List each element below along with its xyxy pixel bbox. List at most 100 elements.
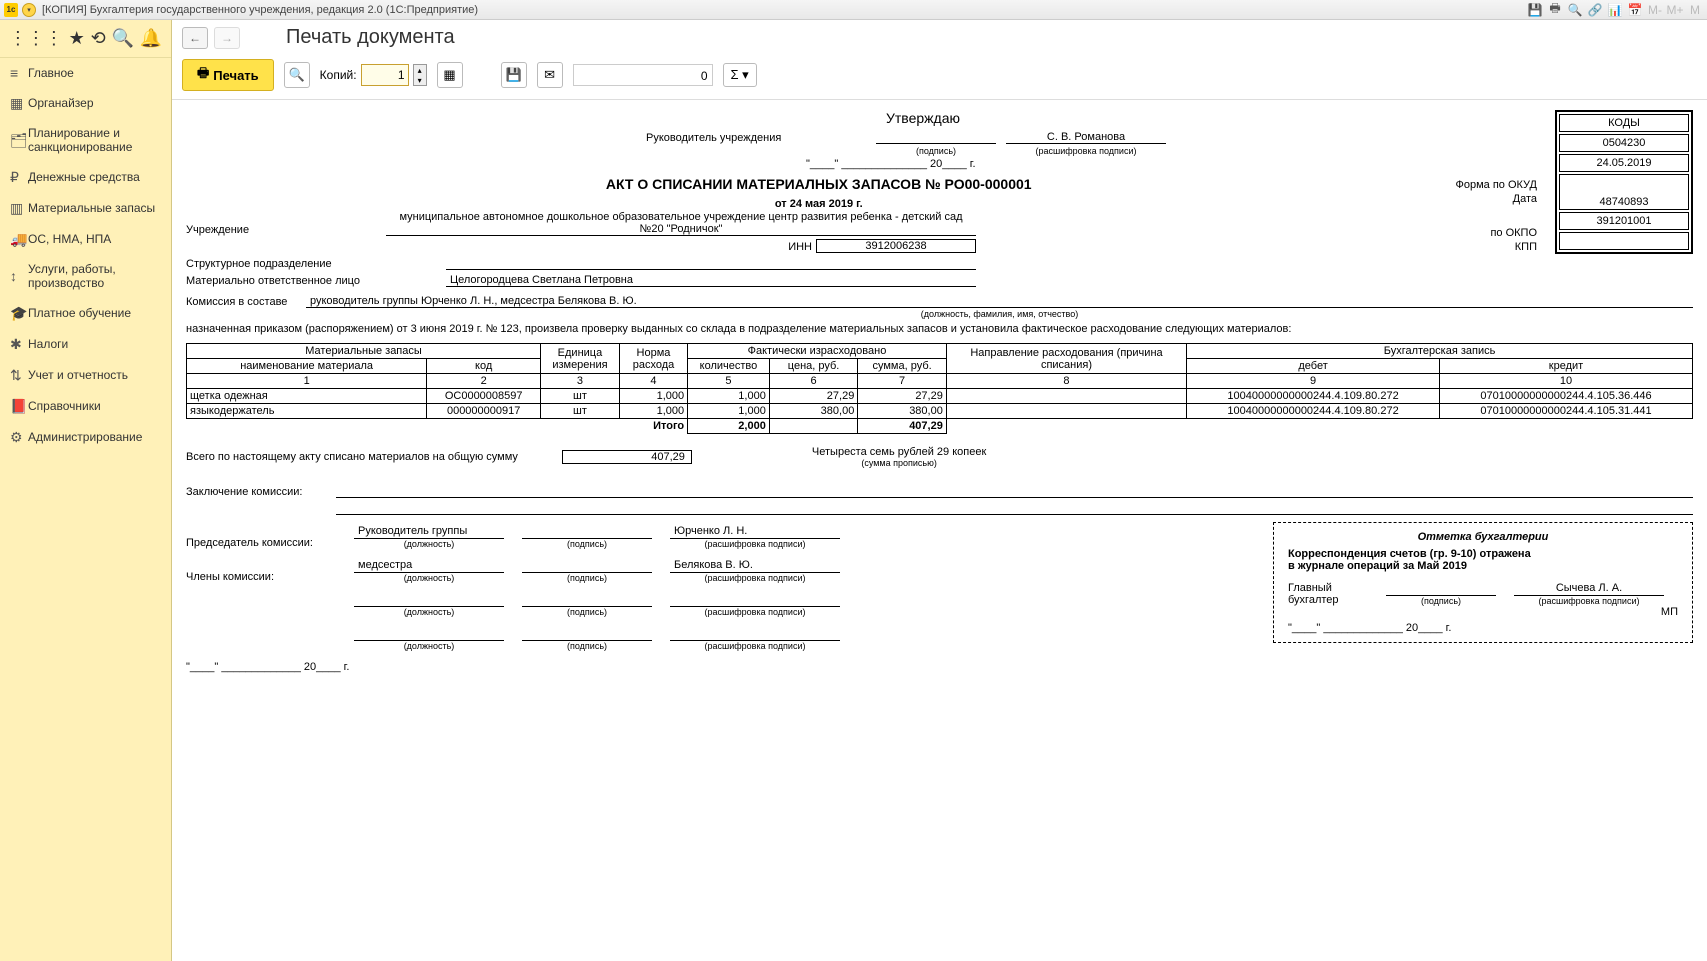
sidebar-icon: ✱: [10, 336, 28, 353]
sidebar-item-9[interactable]: ⇅Учет и отчетность: [0, 360, 171, 391]
sidebar-icon: ₽: [10, 169, 28, 186]
mail-button[interactable]: ✉: [537, 62, 563, 88]
zoom-button[interactable]: 🔍: [284, 62, 310, 88]
sidebar-label: Материальные запасы: [28, 201, 161, 215]
sidebar-item-6[interactable]: ↕Услуги, работы, производство: [0, 255, 171, 298]
copies-spinner[interactable]: ▴▾: [413, 64, 427, 86]
page-title: Печать документа: [286, 26, 455, 49]
codes-box: КОДЫ 0504230 24.05.2019 48740893 3912010…: [1555, 110, 1693, 254]
star-icon[interactable]: ★: [69, 28, 85, 49]
print-icon[interactable]: 🖶: [1547, 2, 1563, 18]
apps-icon[interactable]: ⋮⋮⋮: [9, 28, 63, 49]
sidebar-item-10[interactable]: 📕Справочники: [0, 391, 171, 422]
accounting-line1: Корреспонденция счетов (гр. 9-10) отраже…: [1288, 548, 1678, 560]
resp-label: Материально ответственное лицо: [186, 275, 446, 287]
m-icon[interactable]: M: [1687, 2, 1703, 18]
copies-label: Копий:: [320, 68, 357, 82]
date-label: Дата: [1452, 192, 1542, 206]
table-row: языкодержатель000000000917шт1,0001,00038…: [187, 404, 1693, 419]
total-words: Четыреста семь рублей 29 копеек: [812, 446, 986, 458]
members-label: Члены комиссии:: [186, 571, 336, 583]
okpo-label: по ОКПО: [1452, 206, 1542, 240]
year-suffix: 20____ г.: [930, 158, 976, 170]
okpo-value: 48740893: [1559, 174, 1689, 210]
codes-date-value: 24.05.2019: [1559, 154, 1689, 172]
search-icon[interactable]: 🔍: [111, 28, 133, 49]
save-icon[interactable]: 💾: [1527, 2, 1543, 18]
total-amount: 407,29: [562, 450, 692, 464]
grid-button[interactable]: ▦: [437, 62, 463, 88]
chairman-label: Председатель комиссии:: [186, 537, 336, 549]
org-label: Учреждение: [186, 224, 386, 236]
sidebar-icon: ▦: [10, 95, 28, 112]
sidebar-item-11[interactable]: ⚙Администрирование: [0, 422, 171, 453]
sidebar-item-7[interactable]: 🎓Платное обучение: [0, 298, 171, 329]
accounting-line2: в журнале операций за Май 2019: [1288, 560, 1678, 572]
link-icon[interactable]: 🔗: [1587, 2, 1603, 18]
member1-name: Белякова В. Ю.: [670, 559, 840, 573]
sidebar-label: ОС, НМА, НПА: [28, 232, 161, 246]
sidebar-item-8[interactable]: ✱Налоги: [0, 329, 171, 360]
sidebar-item-4[interactable]: ▥Материальные запасы: [0, 193, 171, 224]
kpp-label: КПП: [1452, 240, 1542, 254]
sidebar-label: Главное: [28, 66, 161, 80]
total-sum: 407,29: [858, 419, 947, 434]
printer-icon: 🖶: [197, 64, 209, 86]
unit-label: Структурное подразделение: [186, 258, 446, 270]
sidebar: ⋮⋮⋮ ★ ⟲ 🔍 🔔 ≡Главное▦Органайзер🗂Планиров…: [0, 20, 172, 961]
calendar-icon[interactable]: 📅: [1627, 2, 1643, 18]
nav-toolbar: ← → Печать документа: [172, 20, 1707, 55]
sidebar-label: Администрирование: [28, 430, 161, 444]
sidebar-item-3[interactable]: ₽Денежные средства: [0, 162, 171, 193]
calc-icon[interactable]: 📊: [1607, 2, 1623, 18]
m-plus-icon[interactable]: M+: [1667, 2, 1683, 18]
back-button[interactable]: ←: [182, 27, 208, 49]
data-table: Материальные запасы Единица измерения Но…: [186, 343, 1693, 434]
sidebar-icon: 🎓: [10, 305, 28, 322]
head-position-label: Руководитель учреждения: [646, 132, 781, 144]
sidebar-icon: ⚙: [10, 429, 28, 446]
app-logo-icon: 1c: [4, 3, 18, 17]
total-text: Всего по настоящему акту списано материа…: [186, 451, 522, 463]
preview-icon[interactable]: 🔍: [1567, 2, 1583, 18]
bell-icon[interactable]: 🔔: [140, 28, 162, 49]
print-button[interactable]: 🖶Печать: [182, 59, 274, 91]
window-title: [КОПИЯ] Бухгалтерия государственного учр…: [42, 4, 478, 16]
head-name: С. В. Романова: [1006, 131, 1166, 144]
table-row: щетка одежнаяОС0000008597шт1,0001,00027,…: [187, 389, 1693, 404]
sidebar-icon: ▥: [10, 200, 28, 217]
title-bar: 1c ▾ [КОПИЯ] Бухгалтерия государственног…: [0, 0, 1707, 20]
name-caption: (расшифровка подписи): [1006, 146, 1166, 156]
total-words-caption: (сумма прописью): [861, 458, 937, 468]
org-value: муниципальное автономное дошкольное обра…: [386, 211, 976, 236]
conclusion-label: Заключение комиссии:: [186, 486, 336, 498]
chief-name: Сычева Л. А.: [1514, 582, 1664, 596]
sidebar-item-1[interactable]: ▦Органайзер: [0, 88, 171, 119]
action-bar: 🖶Печать 🔍 Копий: ▴▾ ▦ 💾 ✉ 0 Σ ▾: [172, 55, 1707, 100]
sidebar-label: Учет и отчетность: [28, 368, 161, 382]
copies-input[interactable]: [361, 64, 409, 86]
commission-value: руководитель группы Юрченко Л. Н., медсе…: [306, 295, 1693, 308]
sidebar-item-2[interactable]: 🗂Планирование и санкционирование: [0, 119, 171, 162]
sidebar-icon: 📕: [10, 398, 28, 415]
okud-label: Форма по ОКУД: [1452, 178, 1542, 192]
sidebar-item-5[interactable]: 🚚ОС, НМА, НПА: [0, 224, 171, 255]
okud-value: 0504230: [1559, 134, 1689, 152]
resp-value: Целогородцева Светлана Петровна: [446, 274, 976, 287]
chief-label: Главный бухгалтер: [1288, 582, 1368, 606]
sidebar-label: Платное обучение: [28, 306, 161, 320]
app-dropdown-icon[interactable]: ▾: [22, 3, 36, 17]
sig-caption: (подпись): [876, 146, 996, 156]
commission-label: Комиссия в составе: [186, 296, 306, 308]
sidebar-item-0[interactable]: ≡Главное: [0, 58, 171, 88]
sigma-button[interactable]: Σ ▾: [723, 63, 757, 87]
member1-pos: медсестра: [354, 559, 504, 573]
save-button[interactable]: 💾: [501, 62, 527, 88]
forward-button[interactable]: →: [214, 27, 240, 49]
history-icon[interactable]: ⟲: [91, 28, 106, 49]
inn-value: 3912006238: [816, 239, 976, 253]
sidebar-label: Справочники: [28, 399, 161, 413]
sidebar-label: Органайзер: [28, 96, 161, 110]
sidebar-icon: ≡: [10, 65, 28, 81]
m-minus-icon[interactable]: M-: [1647, 2, 1663, 18]
